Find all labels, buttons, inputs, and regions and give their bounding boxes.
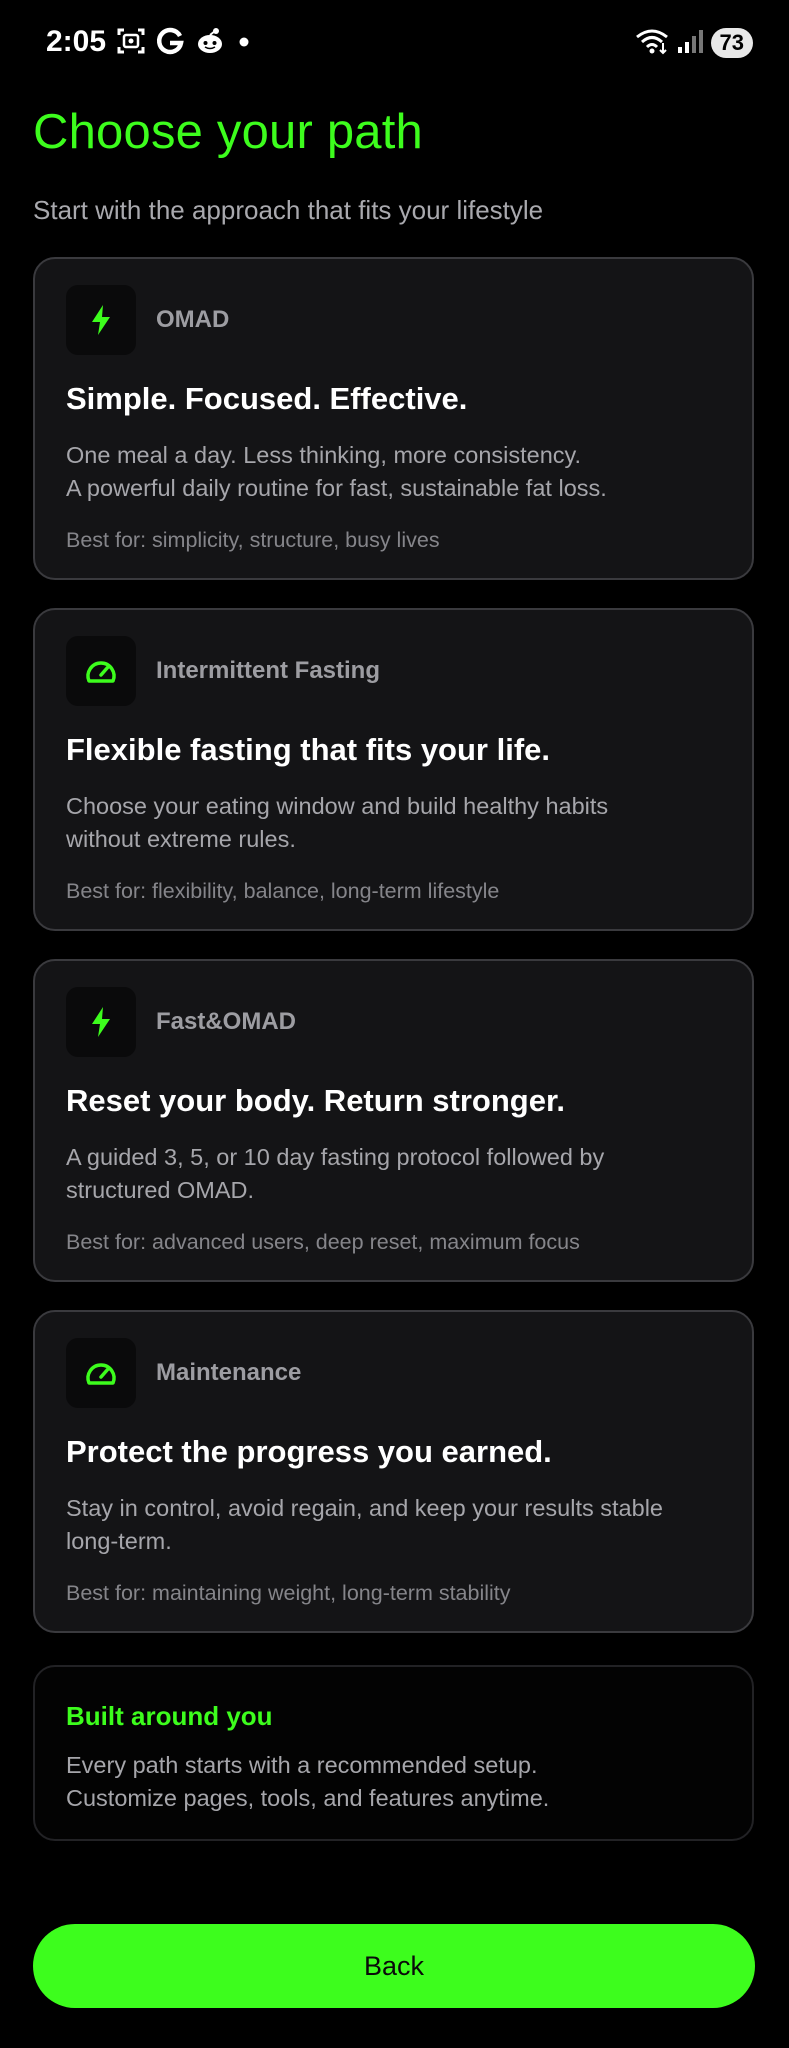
bolt-icon [66,987,136,1057]
screenshot-icon [116,26,146,61]
status-bar: 2:05 73 [0,0,789,86]
path-card-maintenance[interactable]: Maintenance Protect the progress you ear… [33,1310,754,1633]
path-card-fast-omad[interactable]: Fast&OMAD Reset your body. Return strong… [33,959,754,1282]
path-best-for: Best for: simplicity, structure, busy li… [66,528,440,552]
path-description-line: A powerful daily routine for fast, susta… [66,475,607,501]
page-title: Choose your path [33,105,424,159]
path-card-intermittent-fasting[interactable]: Intermittent Fasting Flexible fasting th… [33,608,754,931]
path-description: Stay in control, avoid regain, and keep … [66,1492,736,1558]
path-best-for: Best for: flexibility, balance, long-ter… [66,879,500,903]
info-title: Built around you [66,1701,273,1731]
path-description-line: Stay in control, avoid regain, and keep … [66,1495,663,1521]
path-description-line: Choose your eating window and build heal… [66,793,609,819]
path-label: Maintenance [156,1359,302,1386]
path-description-line: A guided 3, 5, or 10 day fasting protoco… [66,1144,605,1170]
path-description-line: without extreme rules. [66,826,296,852]
page-subtitle: Start with the approach that fits your l… [33,195,544,225]
info-text: Every path starts with a recommended set… [66,1749,549,1815]
back-button[interactable]: Back [33,1924,755,2008]
path-description-line: structured OMAD. [66,1177,255,1203]
path-headline: Simple. Focused. Effective. [66,381,468,416]
path-headline: Protect the progress you earned. [66,1434,552,1469]
battery-icon: 73 [710,28,753,58]
path-headline: Flexible fasting that fits your life. [66,732,551,767]
path-description: A guided 3, 5, or 10 day fasting protoco… [66,1141,736,1207]
signal-icon [677,27,703,60]
status-system-icons: 73 [635,26,753,60]
path-description: Choose your eating window and build heal… [66,790,736,856]
path-label: OMAD [156,306,230,333]
bolt-icon [66,285,136,355]
reddit-icon [194,26,226,61]
wifi-icon [635,27,669,60]
path-description: One meal a day. Less thinking, more cons… [66,439,736,505]
notification-dot-icon [236,26,252,61]
gauge-icon [66,1338,136,1408]
path-description-line: One meal a day. Less thinking, more cons… [66,442,582,468]
path-best-for: Best for: advanced users, deep reset, ma… [66,1230,580,1254]
info-card: Built around you Every path starts with … [33,1665,754,1841]
path-best-for: Best for: maintaining weight, long-term … [66,1581,511,1605]
gauge-icon [66,636,136,706]
status-notification-icons [116,26,252,60]
info-text-line: Customize pages, tools, and features any… [66,1785,550,1811]
info-text-line: Every path starts with a recommended set… [66,1752,538,1778]
status-time: 2:05 [46,25,107,58]
path-headline: Reset your body. Return stronger. [66,1083,565,1118]
path-label: Intermittent Fasting [156,657,381,684]
path-card-omad[interactable]: OMAD Simple. Focused. Effective. One mea… [33,257,754,580]
path-label: Fast&OMAD [156,1008,297,1035]
google-g-icon [156,26,184,61]
path-description-line: long-term. [66,1528,172,1554]
